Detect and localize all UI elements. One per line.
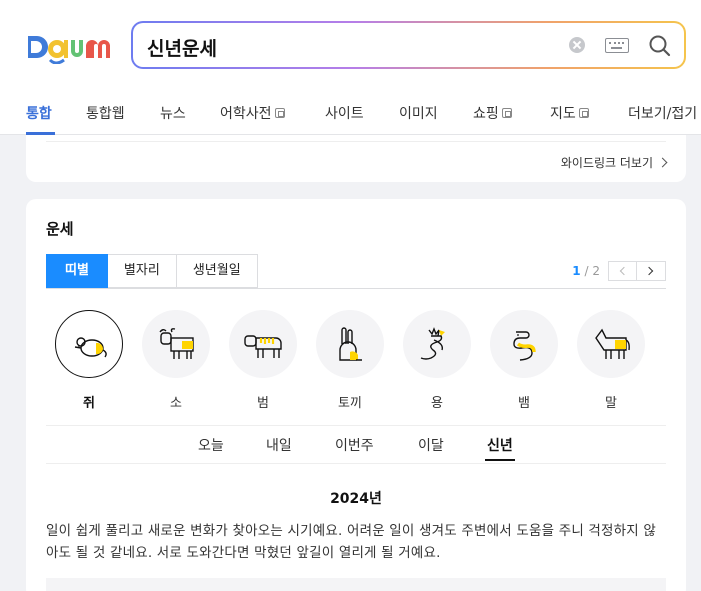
fortune-subtabs: 띠별 별자리 생년월일: [46, 254, 258, 288]
tab-shopping[interactable]: 쇼핑: [473, 103, 512, 123]
page-indicator: 1 / 2: [572, 264, 600, 278]
external-link-icon: [501, 108, 512, 118]
tab-label: 지도: [550, 106, 576, 122]
dragon-icon: [420, 327, 445, 360]
rabbit-icon: [339, 327, 362, 361]
zodiac-name: 말: [605, 396, 617, 411]
period-tab-week[interactable]: 이번주: [335, 435, 374, 455]
current-page: 1: [572, 264, 581, 278]
zodiac-item-horse[interactable]: 말: [576, 310, 646, 411]
divider: [46, 288, 666, 289]
page-separator: /: [584, 264, 589, 278]
tab-label: 쇼핑: [473, 106, 499, 122]
chevron-right-icon: [657, 157, 668, 168]
zodiac-item-snake[interactable]: 뱀: [489, 310, 559, 411]
zodiac-circle: [577, 310, 645, 378]
chevron-right-icon: [644, 266, 654, 276]
search-icon[interactable]: [647, 33, 673, 59]
divider: [46, 141, 666, 142]
zodiac-circle: [403, 310, 471, 378]
zodiac-item-rat[interactable]: 쥐: [54, 310, 124, 411]
total-pages: 2: [592, 264, 600, 278]
search-tabs: 통합 통합웹 뉴스 어학사전 사이트 이미지 쇼핑 지도 더보기/접기: [0, 90, 701, 135]
next-page-button[interactable]: [637, 261, 666, 281]
divider: [46, 425, 666, 426]
zodiac-name: 범: [257, 396, 269, 411]
external-link-icon: [274, 108, 285, 118]
fortune-detail-box: [46, 578, 666, 591]
zodiac-item-tiger[interactable]: 범: [228, 310, 298, 411]
period-tab-month[interactable]: 이달: [418, 435, 444, 455]
snake-icon: [513, 331, 536, 361]
search-box: 신년운세: [131, 21, 686, 69]
period-tabs: 오늘 내일 이번주 이달 신년: [26, 435, 686, 463]
period-tab-today[interactable]: 오늘: [198, 435, 224, 455]
tab-web[interactable]: 통합웹: [86, 103, 125, 123]
divider: [46, 463, 666, 464]
fortune-text: 일이 쉽게 풀리고 새로운 변화가 찾아오는 시기예요. 어려운 일이 생겨도 …: [46, 523, 657, 561]
period-tab-new-year[interactable]: 신년: [487, 435, 513, 455]
header: 신년운세: [0, 0, 701, 90]
tab-news[interactable]: 뉴스: [160, 103, 186, 123]
tab-map[interactable]: 지도: [550, 103, 589, 123]
zodiac-name: 토끼: [338, 396, 362, 411]
rat-icon: [74, 337, 107, 358]
chevron-left-icon: [619, 266, 629, 276]
prev-page-button[interactable]: [608, 261, 637, 281]
zodiac-circle: [142, 310, 210, 378]
zodiac-item-ox[interactable]: 소: [141, 310, 211, 411]
zodiac-circle: [229, 310, 297, 378]
fortune-card: 운세 띠별 별자리 생년월일 1 / 2 쥐 소 범 토끼 용 뱀 말 오늘 내…: [26, 199, 686, 591]
horse-icon: [595, 328, 630, 359]
zodiac-circle: [490, 310, 558, 378]
fortune-year: 2024년: [330, 491, 382, 507]
subtab-birthdate[interactable]: 생년월일: [176, 254, 258, 288]
zodiac-item-rabbit[interactable]: 토끼: [315, 310, 385, 411]
zodiac-circle: [316, 310, 384, 378]
zodiac-name: 소: [170, 396, 182, 411]
zodiac-circle: [55, 310, 123, 378]
tab-image[interactable]: 이미지: [399, 103, 438, 123]
zodiac-name: 쥐: [83, 396, 95, 411]
search-input[interactable]: 신년운세: [147, 34, 217, 61]
zodiac-name: 용: [431, 396, 443, 411]
tab-label: 어학사전: [220, 106, 272, 122]
tab-integrated[interactable]: 통합: [26, 103, 52, 123]
zodiac-name: 뱀: [518, 396, 530, 411]
tab-more[interactable]: 더보기/접기: [628, 103, 697, 123]
wide-link-label: 와이드링크 더보기: [560, 156, 653, 170]
external-link-icon: [578, 108, 589, 118]
wide-link-card: 와이드링크 더보기: [26, 135, 686, 182]
subtab-constellation[interactable]: 별자리: [107, 254, 177, 288]
pager: 1 / 2: [572, 261, 666, 281]
clear-icon[interactable]: [569, 37, 585, 53]
zodiac-item-dragon[interactable]: 용: [402, 310, 472, 411]
keyboard-icon[interactable]: [605, 38, 629, 53]
card-title: 운세: [46, 220, 74, 238]
zodiac-list: 쥐 소 범 토끼 용 뱀 말: [46, 310, 666, 415]
period-tab-tomorrow[interactable]: 내일: [266, 435, 292, 455]
wide-link-more[interactable]: 와이드링크 더보기: [560, 154, 668, 171]
ox-icon: [159, 328, 194, 359]
tab-site[interactable]: 사이트: [325, 103, 364, 123]
tab-dictionary[interactable]: 어학사전: [220, 103, 285, 123]
daum-logo[interactable]: [26, 30, 112, 64]
active-period-indicator: [485, 459, 515, 461]
tiger-icon: [244, 335, 282, 358]
subtab-zodiac-animal[interactable]: 띠별: [46, 254, 108, 288]
